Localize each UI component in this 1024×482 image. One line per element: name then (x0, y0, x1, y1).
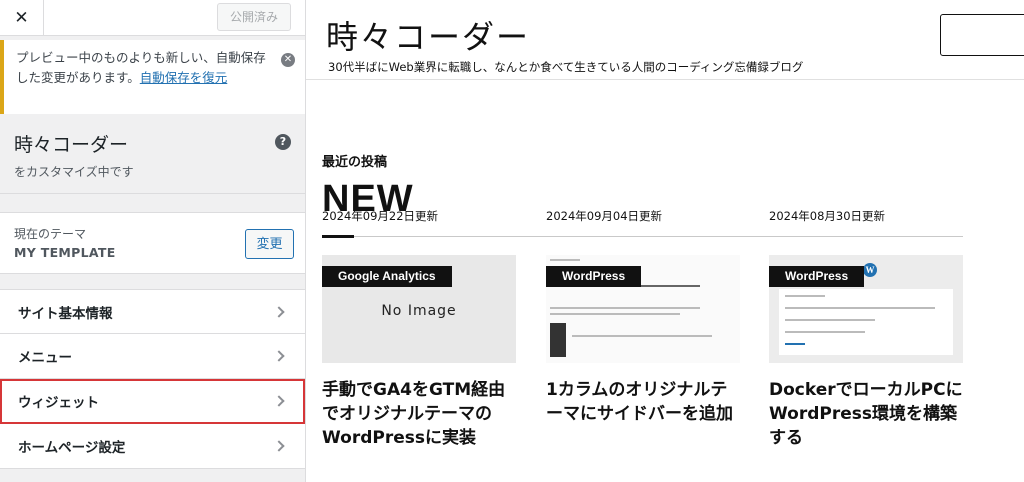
thumbnail-decoration (572, 335, 712, 337)
chevron-right-icon (273, 440, 285, 452)
post-date: 2024年08月30日更新 (769, 209, 886, 223)
help-icon[interactable]: ? (275, 134, 291, 150)
close-customizer-button[interactable]: ✕ (0, 0, 44, 35)
chevron-right-icon (273, 350, 285, 362)
post-title[interactable]: DockerでローカルPCにWordPress環境を構築する (769, 379, 963, 450)
customizing-label: をカスタマイズ中です (14, 165, 134, 179)
post-title[interactable]: 手動でGA4をGTM経由でオリジナルテーマのWordPressに実装 (322, 379, 516, 450)
thumbnail-decoration (550, 259, 580, 261)
post-category-badge: WordPress (769, 266, 865, 287)
post-card[interactable]: WordPress 1カラムのオリジナルテーマにサイドバーを追加 (546, 255, 740, 427)
site-title: 時々コーダー (14, 134, 129, 156)
wordpress-logo-icon: W (863, 263, 877, 277)
section-widgets[interactable]: ウィジェット (0, 379, 305, 424)
section-divider-accent (322, 235, 354, 238)
site-preview: 時々コーダー 30代半ばにWeb業界に転職し、なんとか食べて生きている人間のコー… (306, 0, 1024, 482)
dismiss-notice-icon[interactable]: ✕ (281, 53, 295, 67)
site-tagline: 30代半ばにWeb業界に転職し、なんとか食べて生きている人間のコーディング忘備録… (328, 60, 804, 74)
section-site-identity[interactable]: サイト基本情報 (0, 289, 305, 334)
restore-autosave-link[interactable]: 自動保存を復元 (140, 70, 228, 85)
thumbnail-decoration (550, 307, 700, 309)
customizer-topbar: ✕ 公開済み (0, 0, 305, 36)
post-date: 2024年09月04日更新 (546, 209, 663, 223)
thumbnail-decoration (550, 313, 680, 315)
section-homepage-settings[interactable]: ホームページ設定 (0, 424, 305, 469)
site-header: 時々コーダー 30代半ばにWeb業界に転職し、なんとか食べて生きている人間のコー… (306, 0, 1024, 80)
chevron-right-icon (273, 305, 285, 318)
section-divider (322, 236, 963, 237)
autosave-notice: プレビュー中のものよりも新しい、自動保存した変更があります。自動保存を復元 ✕ (0, 40, 305, 114)
customizer-sidebar: ✕ 公開済み プレビュー中のものよりも新しい、自動保存した変更があります。自動保… (0, 0, 306, 482)
thumbnail-screenshot (779, 289, 953, 355)
thumbnail-decoration (785, 319, 875, 321)
active-theme-panel: 現在のテーマ MY TEMPLATE 変更 (0, 212, 305, 274)
customizer-sections: サイト基本情報 メニュー ウィジェット ホームページ設定 (0, 289, 305, 469)
post-category-badge: WordPress (546, 266, 642, 287)
change-theme-button[interactable]: 変更 (245, 229, 294, 259)
section-label: ウィジェット (18, 395, 99, 411)
site-logo[interactable]: 時々コーダー (326, 12, 530, 58)
thumbnail-decoration (785, 331, 865, 333)
header-menu-button[interactable] (940, 14, 1024, 56)
thumbnail-decoration (550, 323, 566, 357)
post-date: 2024年09月22日更新 (322, 209, 439, 223)
close-icon: ✕ (14, 7, 29, 28)
post-card[interactable]: Google Analytics No Image 手動でGA4をGTM経由でオ… (322, 255, 516, 450)
post-title[interactable]: 1カラムのオリジナルテーマにサイドバーを追加 (546, 379, 740, 427)
section-label: サイト基本情報 (18, 305, 113, 322)
post-thumbnail[interactable]: WordPress (546, 255, 740, 363)
no-image-placeholder: No Image (381, 303, 457, 319)
customizer-site-info: 時々コーダー をカスタマイズ中です ? (0, 120, 305, 194)
post-card[interactable]: W WordPress DockerでローカルPCにWordPress環境を構築… (769, 255, 963, 450)
section-label: ホームページ設定 (18, 440, 126, 456)
section-menus[interactable]: メニュー (0, 334, 305, 379)
thumbnail-decoration (785, 307, 935, 309)
post-thumbnail[interactable]: W WordPress (769, 255, 963, 363)
recent-posts-label: 最近の投稿 (322, 155, 388, 170)
post-thumbnail[interactable]: Google Analytics No Image (322, 255, 516, 363)
chevron-right-icon (273, 395, 285, 407)
thumbnail-decoration (785, 295, 825, 297)
publish-button[interactable]: 公開済み (216, 3, 291, 31)
post-category-badge: Google Analytics (322, 266, 452, 287)
section-label: メニュー (18, 350, 72, 366)
thumbnail-decoration (785, 343, 805, 345)
